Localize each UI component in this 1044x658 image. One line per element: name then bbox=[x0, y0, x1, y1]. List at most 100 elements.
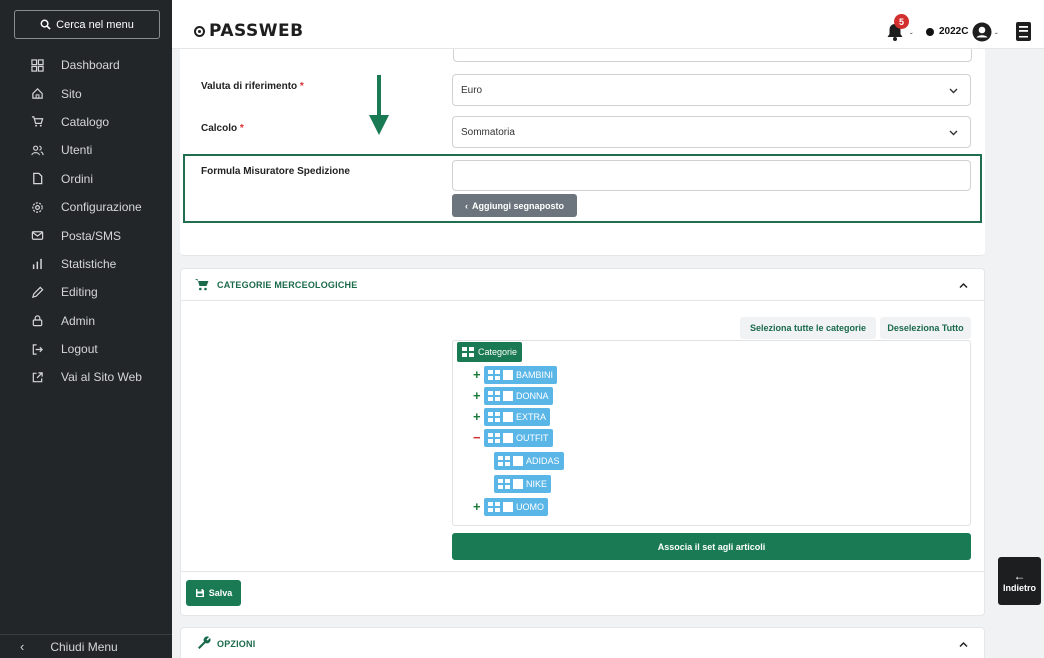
currency-select-value: Euro bbox=[461, 84, 483, 96]
tree-node-extra[interactable]: EXTRA bbox=[484, 408, 551, 426]
sidebar-item-label: Configurazione bbox=[61, 200, 142, 215]
grid-icon bbox=[498, 456, 510, 466]
node-checkbox[interactable] bbox=[513, 456, 523, 466]
expand-icon[interactable]: + bbox=[473, 368, 481, 381]
tree-root[interactable]: Categorie bbox=[457, 342, 523, 362]
chevron-up-icon[interactable] bbox=[959, 641, 968, 648]
grid-icon bbox=[462, 347, 474, 357]
gear-icon bbox=[30, 200, 44, 214]
arrow-left-icon: ← bbox=[1013, 568, 1026, 583]
grid-icon bbox=[488, 412, 500, 422]
collapse-icon[interactable]: − bbox=[473, 431, 481, 444]
formula-input[interactable] bbox=[452, 160, 971, 191]
sidebar-menu: Dashboard Sito Catalogo Utenti Ordini Co… bbox=[0, 51, 172, 392]
sidebar-item-label: Posta/SMS bbox=[61, 228, 122, 243]
arrow-down-icon bbox=[369, 75, 389, 135]
node-checkbox[interactable] bbox=[503, 412, 513, 422]
grid-icon bbox=[488, 502, 500, 512]
categories-header[interactable]: CATEGORIE MERCEOLOGICHE bbox=[181, 269, 984, 301]
assign-set-button[interactable]: Associa il set agli articoli bbox=[452, 533, 971, 560]
cart-icon bbox=[195, 279, 209, 291]
node-checkbox[interactable] bbox=[503, 370, 513, 380]
tree-node-uomo[interactable]: UOMO bbox=[484, 498, 548, 516]
tree-node-donna[interactable]: DONNA bbox=[484, 387, 553, 405]
add-placeholder-button[interactable]: ‹ Aggiungi segnaposto bbox=[452, 194, 577, 217]
sidebar-item-label: Logout bbox=[61, 342, 98, 357]
logo-text: PASSWEB bbox=[209, 21, 304, 41]
tree-node-nike[interactable]: NIKE bbox=[494, 475, 552, 493]
save-button[interactable]: Salva bbox=[186, 580, 241, 606]
sidebar-item-utenti[interactable]: Utenti bbox=[0, 136, 172, 164]
sidebar-item-dashboard[interactable]: Dashboard bbox=[0, 51, 172, 79]
back-button[interactable]: ← Indietro bbox=[998, 557, 1041, 605]
sidebar-item-statistiche[interactable]: Statistiche bbox=[0, 250, 172, 278]
floppy-disk-icon bbox=[195, 589, 204, 597]
tree-node-label: DONNA bbox=[516, 391, 549, 401]
close-menu-button[interactable]: ‹ Chiudi Menu bbox=[0, 634, 172, 658]
chevron-left-icon: ‹ bbox=[465, 200, 468, 211]
caret-down-icon[interactable]: ˇ bbox=[910, 32, 913, 41]
menu-search-label: Cerca nel menu bbox=[56, 18, 134, 31]
users-icon bbox=[30, 143, 44, 157]
sidebar-item-label: Admin bbox=[61, 313, 96, 328]
required-mark: * bbox=[299, 81, 304, 92]
tree-node-label: UOMO bbox=[516, 502, 544, 512]
options-title: OPZIONI bbox=[217, 639, 256, 649]
node-checkbox[interactable] bbox=[513, 479, 523, 489]
deselect-all-button[interactable]: Deseleziona Tutto bbox=[880, 317, 971, 339]
previous-field[interactable] bbox=[453, 49, 972, 62]
tree-node-outfit[interactable]: OUTFIT bbox=[484, 429, 553, 447]
top-header: PASSWEB 5 ˇ 2022C ˇ bbox=[172, 0, 1044, 49]
expand-icon[interactable]: + bbox=[473, 500, 481, 513]
book-icon[interactable] bbox=[1015, 21, 1032, 42]
grid-icon bbox=[498, 479, 510, 489]
currency-label-text: Valuta di riferimento bbox=[201, 81, 298, 92]
sidebar-item-ordini[interactable]: Ordini bbox=[0, 165, 172, 193]
sidebar-item-label: Sito bbox=[61, 86, 82, 101]
user-code[interactable]: 2022C bbox=[939, 26, 968, 37]
expand-icon[interactable]: + bbox=[473, 389, 481, 402]
logout-icon bbox=[30, 342, 44, 356]
close-menu-label: Chiudi Menu bbox=[50, 639, 118, 654]
sidebar-item-label: Statistiche bbox=[61, 256, 117, 271]
divider bbox=[181, 571, 984, 572]
calc-label: Calcolo * bbox=[201, 123, 244, 134]
calc-select[interactable]: Sommatoria bbox=[452, 116, 971, 148]
categories-title: CATEGORIE MERCEOLOGICHE bbox=[217, 280, 358, 290]
chevron-down-icon bbox=[949, 88, 958, 94]
lock-icon bbox=[30, 314, 44, 328]
options-card[interactable]: OPZIONI bbox=[180, 627, 985, 658]
sidebar-item-sito[interactable]: Sito bbox=[0, 79, 172, 107]
caret-down-icon[interactable]: ˇ bbox=[995, 32, 998, 41]
passweb-logo[interactable]: PASSWEB bbox=[194, 21, 304, 41]
required-mark: * bbox=[239, 123, 244, 134]
tree-node-bambini[interactable]: BAMBINI bbox=[484, 366, 558, 384]
sidebar-item-logout[interactable]: Logout bbox=[0, 335, 172, 363]
tree-node-label: BAMBINI bbox=[516, 370, 554, 380]
sidebar-item-catalogo[interactable]: Catalogo bbox=[0, 108, 172, 136]
formula-label: Formula Misuratore Spedizione bbox=[201, 166, 350, 177]
user-icon[interactable] bbox=[972, 22, 992, 42]
tree-node-label: EXTRA bbox=[516, 412, 547, 422]
expand-icon[interactable]: + bbox=[473, 410, 481, 423]
node-checkbox[interactable] bbox=[503, 391, 513, 401]
node-checkbox[interactable] bbox=[503, 433, 513, 443]
save-label: Salva bbox=[208, 588, 233, 598]
sidebar-item-vai-al-sito-web[interactable]: Vai al Sito Web bbox=[0, 363, 172, 391]
menu-search-button[interactable]: Cerca nel menu bbox=[14, 10, 160, 39]
chevron-up-icon[interactable] bbox=[959, 282, 968, 289]
sidebar-item-posta-sms[interactable]: Posta/SMS bbox=[0, 221, 172, 249]
sidebar-item-admin[interactable]: Admin bbox=[0, 307, 172, 335]
tree-root-label: Categorie bbox=[478, 347, 518, 357]
select-all-categories-button[interactable]: Seleziona tutte le categorie bbox=[740, 317, 876, 339]
node-checkbox[interactable] bbox=[503, 502, 513, 512]
sidebar-item-configurazione[interactable]: Configurazione bbox=[0, 193, 172, 221]
currency-select[interactable]: Euro bbox=[452, 74, 971, 106]
wrench-icon bbox=[198, 636, 211, 649]
tree-node-adidas[interactable]: ADIDAS bbox=[494, 452, 564, 470]
external-link-icon bbox=[30, 370, 44, 384]
sidebar-item-editing[interactable]: Editing bbox=[0, 278, 172, 306]
bar-chart-icon bbox=[30, 257, 44, 271]
sidebar-item-label: Editing bbox=[61, 285, 98, 300]
sidebar-item-label: Vai al Sito Web bbox=[61, 370, 142, 385]
